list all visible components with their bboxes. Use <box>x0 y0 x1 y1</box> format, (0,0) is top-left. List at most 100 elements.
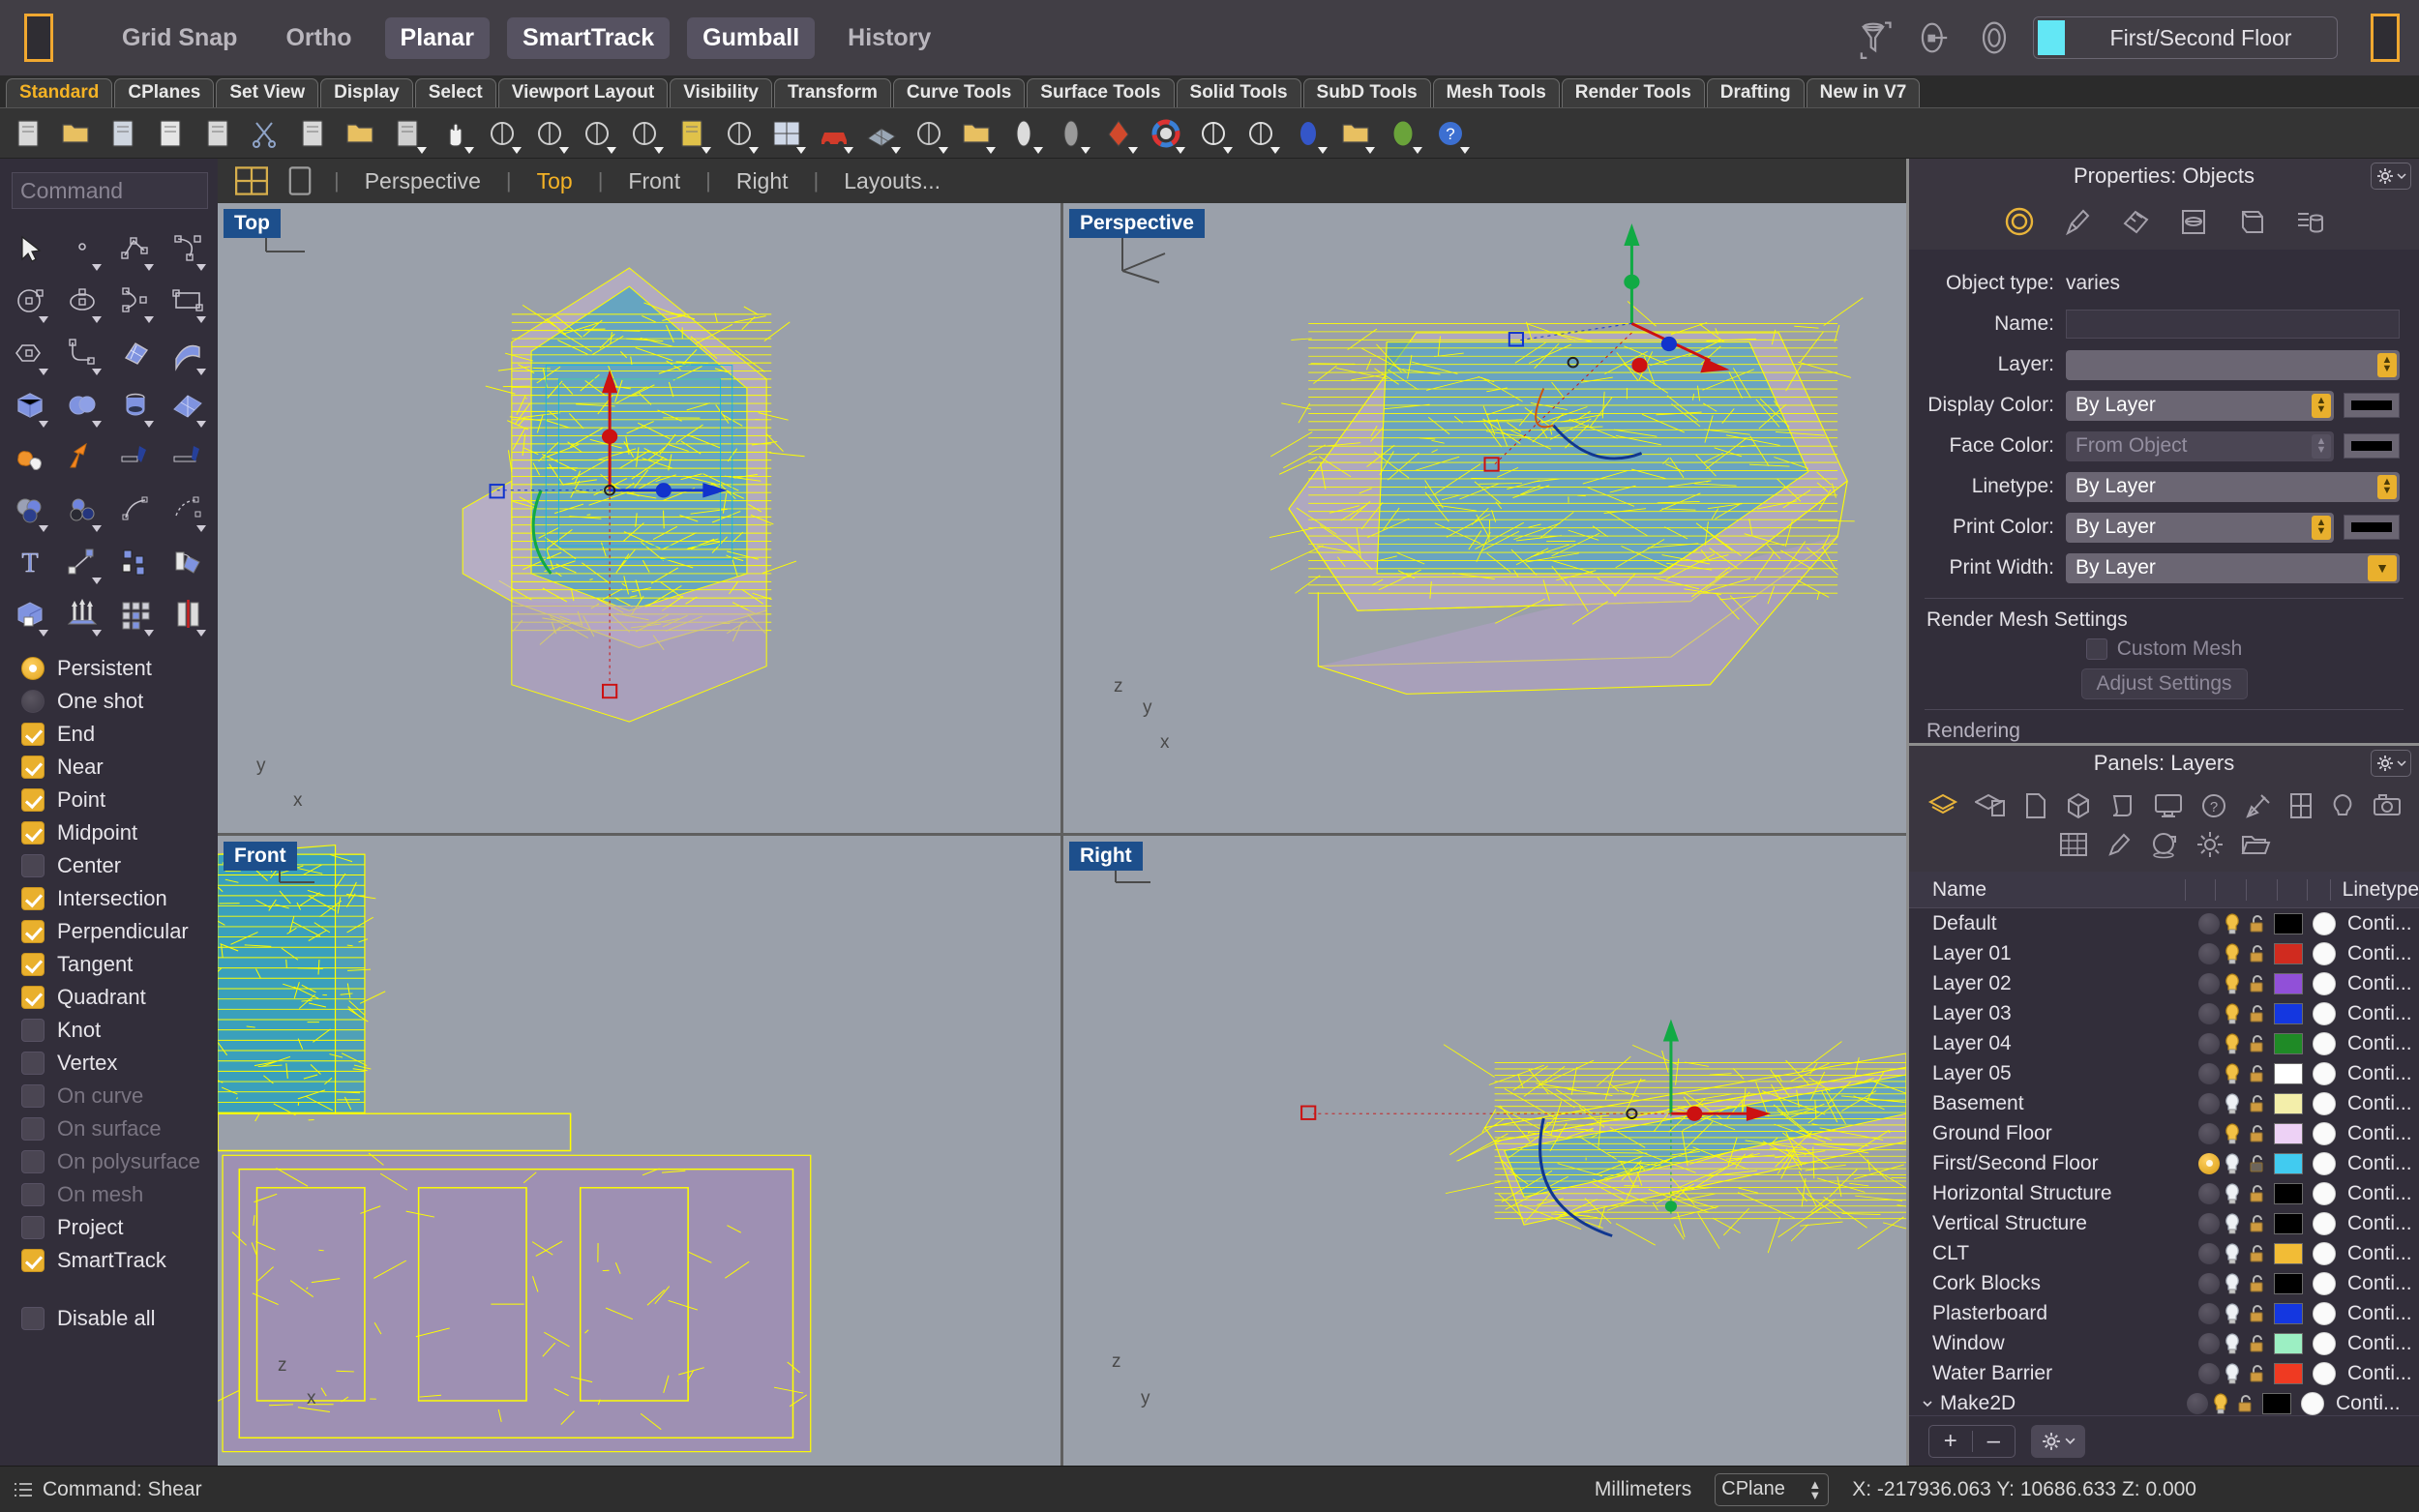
layer-lock-toggle[interactable] <box>2245 1212 2270 1235</box>
layer-name-cell[interactable]: Horizontal Structure <box>1932 1182 2198 1205</box>
layer-current-toggle[interactable] <box>2198 1122 2220 1144</box>
layer-row[interactable]: Basement Conti... <box>1909 1088 2419 1118</box>
extrude-surface-icon[interactable] <box>162 327 214 379</box>
layer-lock-toggle[interactable] <box>2245 1092 2270 1115</box>
dropdown-caret-icon[interactable] <box>91 525 102 532</box>
toggle-ortho[interactable]: Ortho <box>270 17 367 59</box>
refresh-shade-icon[interactable] <box>717 112 762 155</box>
batch-render-icon[interactable] <box>1049 112 1093 155</box>
properties-gear-button[interactable] <box>2371 163 2411 190</box>
dropdown-caret-icon[interactable] <box>607 146 616 154</box>
snap-point[interactable]: Point <box>21 784 218 816</box>
light-bulb-icon[interactable] <box>2329 791 2356 820</box>
snap-mode-one-shot[interactable]: One shot <box>21 685 218 718</box>
layer-material-swatch[interactable] <box>2313 1241 2336 1265</box>
custom-mesh-checkbox[interactable] <box>2085 638 2107 660</box>
checkbox[interactable] <box>21 1019 45 1042</box>
layer-lock-toggle[interactable] <box>2245 1272 2270 1295</box>
layer-lock-toggle[interactable] <box>2245 1242 2270 1265</box>
filter-icon[interactable] <box>1853 16 1896 59</box>
viewport-tab-front[interactable]: Front <box>612 168 696 194</box>
color-wheel-icon[interactable] <box>1144 112 1188 155</box>
fillet-curve-icon[interactable] <box>56 327 108 379</box>
layer-row[interactable]: Default Conti... <box>1909 908 2419 938</box>
layer-color-swatch[interactable] <box>2274 1332 2303 1354</box>
layer-visibility-toggle[interactable] <box>2208 1392 2233 1415</box>
radio-button[interactable] <box>21 657 45 680</box>
viewport-tab-layouts-[interactable]: Layouts... <box>828 168 956 194</box>
snap-disable-all[interactable]: Disable all <box>21 1302 218 1335</box>
render-preview-icon[interactable] <box>1381 112 1425 155</box>
list-menu-icon[interactable] <box>14 1481 33 1498</box>
layers-stack-icon[interactable] <box>1333 112 1378 155</box>
layer-lock-toggle[interactable] <box>2245 1182 2270 1205</box>
layer-linetype[interactable]: Conti... <box>2347 1032 2412 1055</box>
layer-visibility-toggle[interactable] <box>2220 1032 2245 1055</box>
toggle-planar[interactable]: Planar <box>384 16 490 59</box>
layer-color-swatch[interactable] <box>2274 1272 2303 1294</box>
layer-visibility-toggle[interactable] <box>2220 1122 2245 1145</box>
dropdown-caret-icon[interactable] <box>1270 146 1280 154</box>
dropdown-caret-icon[interactable] <box>1223 146 1233 154</box>
text-icon[interactable]: T <box>4 536 56 588</box>
layer-color-swatch[interactable] <box>2274 1092 2303 1114</box>
layer-current-toggle[interactable] <box>2198 942 2220 964</box>
checkbox[interactable] <box>21 920 45 943</box>
layer-name-cell[interactable]: Water Barrier <box>1932 1362 2198 1385</box>
grid-icon[interactable] <box>2058 830 2089 859</box>
expand-chevron-icon[interactable] <box>1921 1397 1934 1410</box>
render-mesh-icon[interactable] <box>859 112 904 155</box>
layer-linetype[interactable]: Conti... <box>2347 1152 2412 1175</box>
dropdown-caret-icon[interactable] <box>844 146 853 154</box>
layer-linetype[interactable]: Conti... <box>2347 912 2412 935</box>
dropdown-caret-icon[interactable] <box>464 146 474 154</box>
layer-current-toggle[interactable] <box>2198 1032 2220 1054</box>
layer-linetype[interactable]: Conti... <box>2347 972 2412 995</box>
toggle-smarttrack[interactable]: SmartTrack <box>506 16 671 59</box>
cplane-selector[interactable]: CPlane ▲ ▼ <box>1715 1472 1830 1506</box>
layer-lock-toggle[interactable] <box>2245 1122 2270 1145</box>
print-icon[interactable] <box>148 112 193 155</box>
layer-lock-toggle[interactable] <box>2245 942 2270 965</box>
property-combo-display-color[interactable]: By Layer ▲ ▼ <box>2066 390 2334 421</box>
curve-icon[interactable] <box>162 222 214 275</box>
layer-lock-toggle[interactable] <box>2245 1332 2270 1355</box>
car-render-icon[interactable] <box>812 112 856 155</box>
dropdown-caret-icon[interactable] <box>39 421 49 428</box>
layer-visibility-toggle[interactable] <box>2220 1272 2245 1295</box>
surface-grid-icon[interactable] <box>162 379 214 431</box>
dropdown-caret-icon[interactable] <box>1176 146 1185 154</box>
dropdown-caret-icon[interactable] <box>654 146 664 154</box>
layer-row[interactable]: Layer 03 Conti... <box>1909 998 2419 1028</box>
spotlight-icon[interactable] <box>1001 112 1046 155</box>
viewport-tab-right[interactable]: Right <box>721 168 804 194</box>
layer-material-swatch[interactable] <box>2313 1271 2336 1295</box>
offset-surface-icon[interactable] <box>162 484 214 536</box>
window-icon[interactable] <box>2288 791 2314 820</box>
layer-linetype[interactable]: Conti... <box>2347 1242 2412 1265</box>
layer-lock-toggle[interactable] <box>2245 1362 2270 1385</box>
open-folder-icon[interactable] <box>53 112 98 155</box>
layer-lock-toggle[interactable] <box>2245 1032 2270 1055</box>
dropdown-caret-icon[interactable] <box>1460 146 1470 154</box>
layer-current-toggle[interactable] <box>2198 1332 2220 1354</box>
layer-color-swatch[interactable] <box>2274 1152 2303 1174</box>
layer-name-cell[interactable]: Layer 03 <box>1932 1002 2198 1025</box>
layer-current-toggle[interactable] <box>2198 1062 2220 1084</box>
dropdown-caret-icon[interactable] <box>196 369 206 375</box>
layers-gear-button[interactable] <box>2371 750 2411 777</box>
tab-solid-tools[interactable]: Solid Tools <box>1176 78 1301 107</box>
layer-material-swatch[interactable] <box>2313 1181 2336 1205</box>
viewport-tab-top[interactable]: Top <box>522 168 588 194</box>
checkbox[interactable] <box>21 723 45 746</box>
layer-name-cell[interactable]: Layer 02 <box>1932 972 2198 995</box>
dropdown-caret-icon[interactable] <box>417 146 427 154</box>
layer-current-toggle[interactable] <box>2198 1002 2220 1024</box>
layer-name-cell[interactable]: Default <box>1932 912 2198 935</box>
layer-lock-toggle[interactable] <box>2245 1302 2270 1325</box>
layer-visibility-toggle[interactable] <box>2220 1182 2245 1205</box>
layer-linetype[interactable]: Conti... <box>2347 1272 2412 1295</box>
dropdown-caret-icon[interactable] <box>91 264 102 271</box>
snap-knot[interactable]: Knot <box>21 1014 218 1047</box>
layer-visibility-toggle[interactable] <box>2220 1062 2245 1085</box>
